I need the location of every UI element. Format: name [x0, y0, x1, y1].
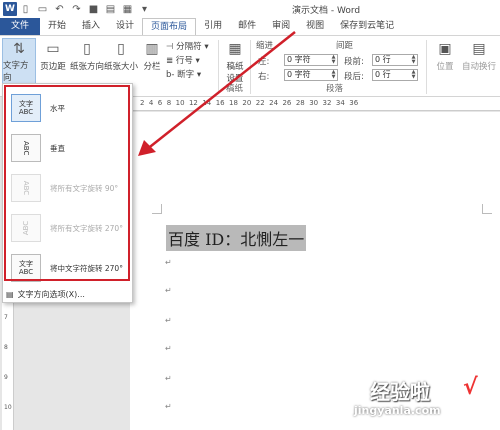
spacing-after-label: 段后:: [344, 72, 364, 82]
arrow-head: [138, 140, 156, 156]
position-button[interactable]: ▣ 位置: [430, 38, 460, 72]
paragraph-mark: ↵: [165, 402, 172, 411]
paragraph-mark: ↵: [165, 258, 172, 267]
position-icon: ▣: [438, 41, 452, 57]
orientation-button[interactable]: ▯ 纸张方向: [70, 38, 104, 72]
spacing-label: 间距: [336, 41, 354, 51]
margin-corner: [152, 204, 162, 214]
paragraph-mark: ↵: [165, 286, 172, 295]
wrap-text-button[interactable]: ▤ 自动换行: [458, 38, 500, 72]
text-direction-options[interactable]: ▤ 文字方向选项(X)...: [6, 289, 85, 300]
paragraph-group-label: 段落: [326, 84, 344, 94]
margins-label: 页边距: [40, 62, 66, 72]
separator: [426, 40, 427, 94]
paragraph-mark: ↵: [165, 374, 172, 383]
margins-icon: ▭: [46, 41, 60, 57]
spacing-after-field[interactable]: 0 行 ▲ ▼: [372, 69, 418, 81]
open-icon[interactable]: ▯: [17, 1, 34, 17]
title-bar: W ▯ ▭ ↶ ↷ ■ ▤ ▦ ▾ 演示文档 - Word: [0, 0, 500, 18]
arrow-shaft: [145, 31, 296, 151]
spinner-arrows-icon[interactable]: ▲ ▼: [410, 70, 417, 80]
spinner-arrows-icon[interactable]: ▲ ▼: [330, 70, 337, 80]
vruler-num: 10: [4, 404, 12, 411]
watermark-url: jingyanla.com: [354, 404, 441, 417]
new-icon[interactable]: ▭: [34, 1, 51, 17]
tab-cloud-note[interactable]: 保存到云笔记: [332, 18, 402, 35]
red-arrow-annotation: [138, 31, 296, 156]
vruler-num: 8: [4, 344, 8, 351]
print-icon[interactable]: ▤: [102, 1, 119, 17]
margins-button[interactable]: ▭ 页边距: [38, 38, 68, 72]
redo-icon[interactable]: ↷: [68, 1, 85, 17]
wrap-text-label: 自动换行: [461, 62, 496, 72]
text-direction-button[interactable]: ⇅ 文字方向: [2, 38, 36, 84]
red-highlight-box: [4, 85, 130, 281]
wrap-text-icon: ▤: [472, 41, 486, 57]
undo-icon[interactable]: ↶: [51, 1, 68, 17]
tab-file[interactable]: 文件: [0, 18, 40, 35]
checkmark-icon: √: [463, 375, 478, 400]
spacing-before-label: 段前:: [344, 57, 364, 67]
tab-insert[interactable]: 插入: [74, 18, 108, 35]
watermark-text: 经验啦: [370, 380, 430, 404]
position-label: 位置: [436, 62, 454, 72]
table-icon[interactable]: ▦: [119, 1, 136, 17]
paragraph-mark: ↵: [165, 316, 172, 325]
word-logo-icon: W: [3, 2, 17, 16]
spinner-arrows-icon[interactable]: ▲ ▼: [410, 55, 417, 65]
options-icon: ▤: [6, 290, 14, 299]
text-direction-label: 文字方向: [3, 61, 29, 83]
vruler-num: 7: [4, 314, 8, 321]
window-title: 演示文档 - Word: [292, 6, 361, 16]
vruler-num: 9: [4, 374, 8, 381]
more-icon[interactable]: ▾: [136, 1, 153, 17]
document-text-line[interactable]: 百度 ID：北惻左一: [166, 225, 307, 251]
margin-corner: [482, 204, 492, 214]
spinner-arrows-icon[interactable]: ▲ ▼: [330, 55, 337, 65]
tab-view[interactable]: 视图: [298, 18, 332, 35]
orientation-icon: ▯: [83, 41, 91, 57]
text-direction-icon: ⇅: [13, 41, 25, 57]
save-icon[interactable]: ■: [85, 1, 102, 17]
orientation-label: 纸张方向: [70, 62, 105, 72]
spacing-before-value: 0 行: [375, 55, 391, 64]
spacing-before-field[interactable]: 0 行 ▲ ▼: [372, 54, 418, 66]
tab-home[interactable]: 开始: [40, 18, 74, 35]
size-icon: ▯: [117, 41, 125, 57]
options-label: 文字方向选项(X)...: [17, 290, 85, 299]
spacing-after-value: 0 行: [375, 70, 391, 79]
paragraph-mark: ↵: [165, 344, 172, 353]
